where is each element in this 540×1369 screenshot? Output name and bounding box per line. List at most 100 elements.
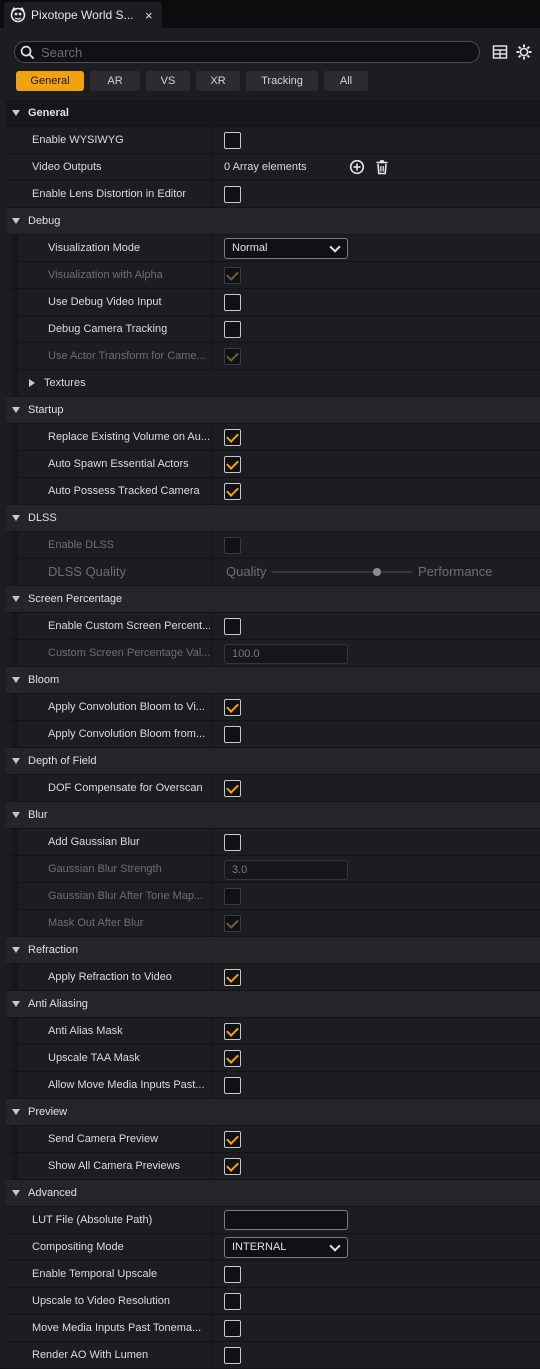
property-allow-move-media-inputs-past: Allow Move Media Inputs Past... [6,1072,540,1099]
chevron-down-icon[interactable] [12,1001,20,1007]
property-label: DOF Compensate for Overscan [48,782,203,794]
category-blur[interactable]: Blur [6,802,540,829]
checkbox[interactable] [224,186,241,203]
property-label: Enable Custom Screen Percent... [48,620,210,632]
property-show-all-camera-previews: Show All Camera Previews [6,1153,540,1180]
property-label: Enable Temporal Upscale [32,1268,158,1280]
property-visualization-with-alpha: Visualization with Alpha [6,262,540,289]
chevron-down-icon[interactable] [12,1109,20,1115]
close-icon[interactable]: × [145,8,153,23]
indent-guide [12,694,18,721]
checkbox[interactable] [224,1158,241,1175]
category-general[interactable]: General [6,100,540,127]
checkbox[interactable] [224,1131,241,1148]
array-count: 0 Array elements [224,161,307,173]
category-refraction[interactable]: Refraction [6,937,540,964]
checkbox[interactable] [224,969,241,986]
chevron-down-icon[interactable] [12,1190,20,1196]
property-upscale-to-video-resolution: Upscale to Video Resolution [6,1288,540,1315]
category-debug[interactable]: Debug [6,208,540,235]
checkbox[interactable] [224,699,241,716]
value-cell [212,127,540,153]
property-upscale-taa-mask: Upscale TAA Mask [6,1045,540,1072]
filter-vs[interactable]: VS [146,71,190,91]
category-startup[interactable]: Startup [6,397,540,424]
indent-guide [12,478,18,505]
filter-ar[interactable]: AR [90,71,140,91]
property-label: Apply Refraction to Video [48,971,172,983]
checkbox[interactable] [224,1050,241,1067]
dropdown-value: INTERNAL [232,1241,287,1253]
checkbox[interactable] [224,1293,241,1310]
chevron-down-icon[interactable] [12,677,20,683]
table-icon[interactable] [492,44,508,60]
chevron-down-icon[interactable] [12,596,20,602]
checkbox[interactable] [224,780,241,797]
value-cell [212,289,540,315]
checkbox[interactable] [224,321,241,338]
checkbox[interactable] [224,294,241,311]
chevron-right-icon[interactable] [29,379,35,387]
category-dlss[interactable]: DLSS [6,505,540,532]
property-lut-file-absolute-path: LUT File (Absolute Path) [6,1207,540,1234]
category-preview[interactable]: Preview [6,1099,540,1126]
checkbox[interactable] [224,132,241,149]
property-use-actor-transform-for-came: Use Actor Transform for Came... [6,343,540,370]
filter-all[interactable]: All [324,71,368,91]
details-panel: General AR VS XR Tracking All General Enable W… [0,28,540,1369]
search-input[interactable] [41,44,471,60]
checkbox[interactable] [224,618,241,635]
property-textures[interactable]: Textures [6,370,540,397]
category-screen-percentage[interactable]: Screen Percentage [6,586,540,613]
checkbox[interactable] [224,1023,241,1040]
property-gaussian-blur-after-tone-map: Gaussian Blur After Tone Map... [6,883,540,910]
number-field: 100.0 [224,644,348,664]
property-label: Video Outputs [32,161,102,173]
checkbox[interactable] [224,1077,241,1094]
dropdown[interactable]: Normal [224,238,348,259]
checkbox[interactable] [224,1266,241,1283]
dropdown[interactable]: INTERNAL [224,1237,348,1258]
category-depth-of-field[interactable]: Depth of Field [6,748,540,775]
checkbox[interactable] [224,483,241,500]
property-list: General Enable WYSIWYG Video Outputs 0 Arra… [6,100,540,1369]
chevron-down-icon[interactable] [12,407,20,413]
checkbox [224,267,241,284]
category-bloom[interactable]: Bloom [6,667,540,694]
tab-pixotope-world-settings[interactable]: Pixotope World S... × [4,2,162,28]
chevron-down-icon [329,241,341,253]
filter-tracking[interactable]: Tracking [246,71,318,91]
trash-icon[interactable] [374,159,390,175]
checkbox[interactable] [224,1320,241,1337]
property-label: Enable WYSIWYG [32,134,124,146]
category-advanced[interactable]: Advanced [6,1180,540,1207]
category-label: Blur [28,809,48,821]
property-label: Apply Convolution Bloom to Vi... [48,701,205,713]
category-label: General [28,107,69,119]
chevron-down-icon[interactable] [12,218,20,224]
indent-guide [12,559,18,586]
checkbox[interactable] [224,456,241,473]
chevron-down-icon[interactable] [12,515,20,521]
property-label: Use Debug Video Input [48,296,162,308]
text-field[interactable] [224,1210,348,1230]
chevron-down-icon[interactable] [12,812,20,818]
value-cell: Normal [212,235,540,261]
checkbox[interactable] [224,1347,241,1364]
chevron-down-icon[interactable] [12,110,20,116]
value-cell [212,532,540,558]
chevron-down-icon[interactable] [12,758,20,764]
filter-xr[interactable]: XR [196,71,240,91]
value-cell [212,1342,540,1368]
gear-icon[interactable] [516,44,532,60]
add-circle-icon[interactable] [349,159,365,175]
checkbox[interactable] [224,726,241,743]
property-label: Move Media Inputs Past Tonema... [32,1322,202,1334]
checkbox[interactable] [224,834,241,851]
category-anti-aliasing[interactable]: Anti Aliasing [6,991,540,1018]
chevron-down-icon[interactable] [12,947,20,953]
indent-guide [12,883,18,910]
checkbox[interactable] [224,429,241,446]
filter-general[interactable]: General [16,71,84,91]
search-box[interactable] [14,41,480,63]
